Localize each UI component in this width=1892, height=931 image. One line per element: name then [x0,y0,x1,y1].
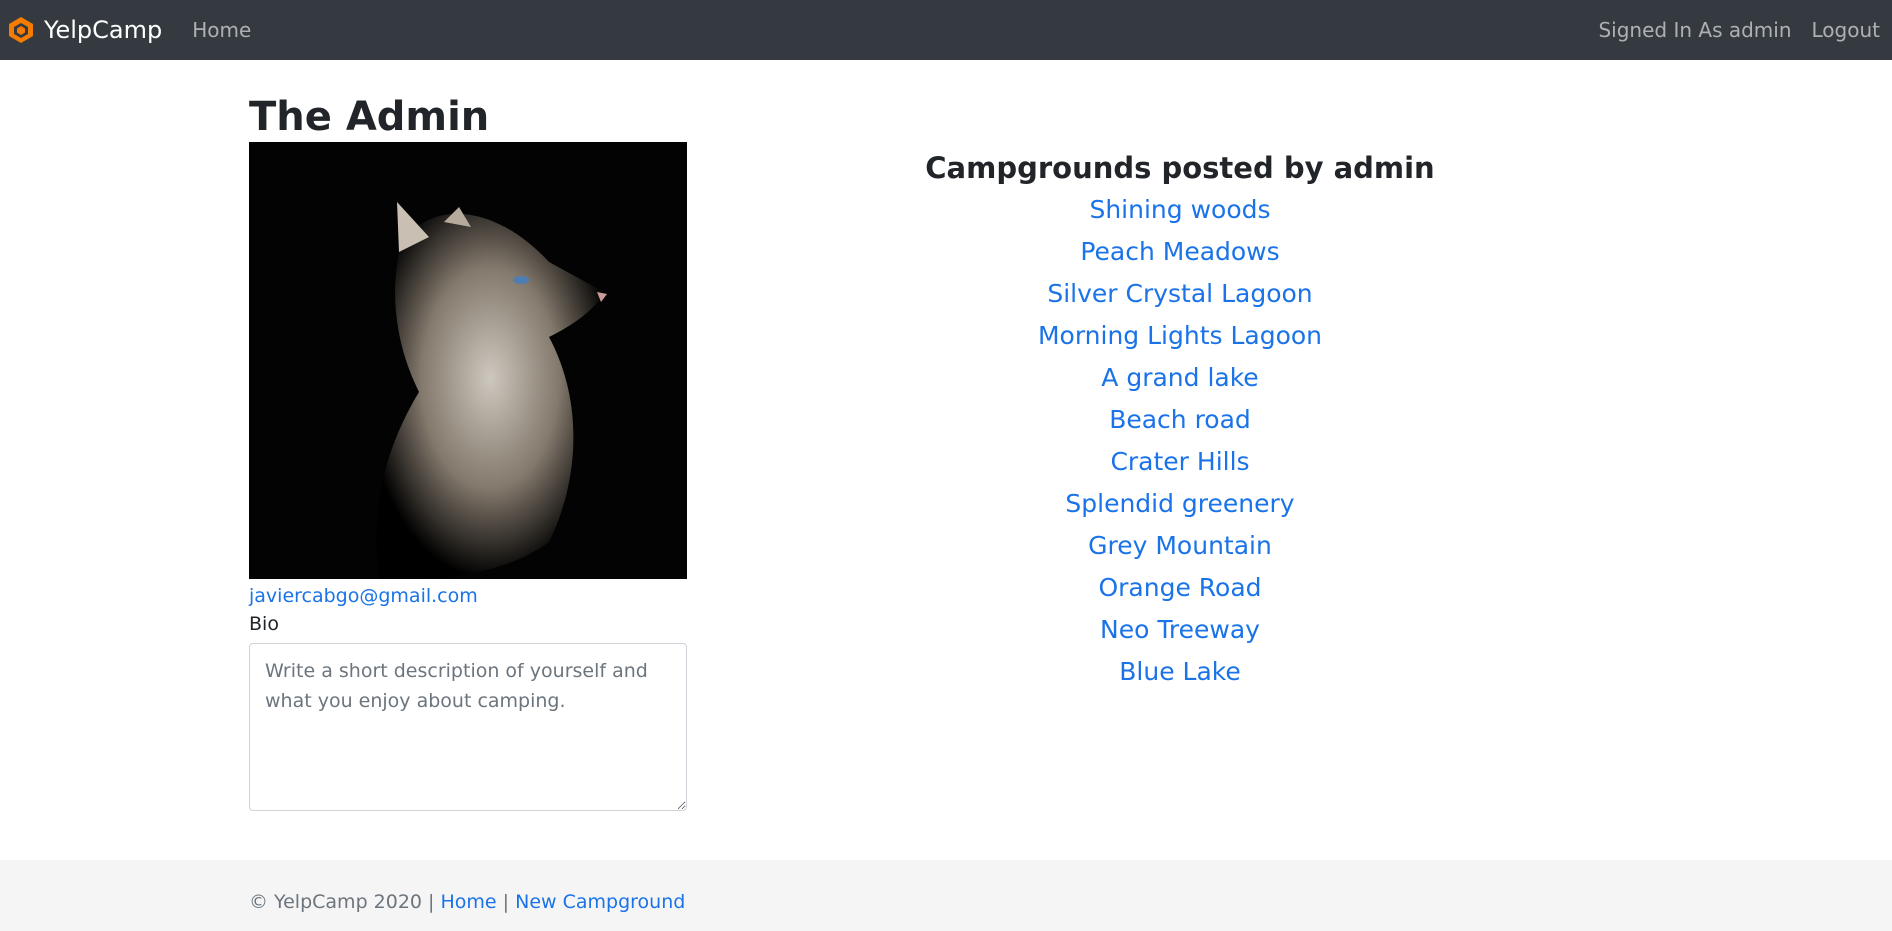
list-item: Beach road [880,400,1480,442]
list-item: Splendid greenery [880,484,1480,526]
campground-link[interactable]: Shining woods [1089,195,1270,224]
logout-link[interactable]: Logout [1812,18,1880,42]
campground-link[interactable]: Beach road [1109,405,1251,434]
navbar: YelpCamp Home Signed In As admin Logout [0,0,1892,60]
profile-column: The Admin javiercabgo@gmail.com Bio Writ… [249,60,687,811]
campground-link[interactable]: Neo Treeway [1100,615,1260,644]
email-link[interactable]: javiercabgo@gmail.com [249,583,687,609]
list-item: Silver Crystal Lagoon [880,274,1480,316]
footer-home-link[interactable]: Home [441,891,497,913]
bio-textarea[interactable] [249,643,687,811]
campground-link[interactable]: Crater Hills [1110,447,1249,476]
page-title: The Admin [249,94,490,140]
bio-label: Bio [249,613,279,635]
campgrounds-column: Campgrounds posted by admin Shining wood… [880,60,1480,694]
footer-separator: | [502,891,510,913]
campground-link[interactable]: Grey Mountain [1088,531,1272,560]
list-item: A grand lake [880,358,1480,400]
campground-list: Shining woods Peach Meadows Silver Cryst… [880,190,1480,694]
footer: © YelpCamp 2020 | Home | New Campground [0,860,1892,931]
nav-home-link[interactable]: Home [192,18,251,42]
footer-copyright: © YelpCamp 2020 | [249,891,435,913]
footer-content: © YelpCamp 2020 | Home | New Campground [249,888,685,916]
campground-link[interactable]: Silver Crystal Lagoon [1047,279,1312,308]
brand-link[interactable]: YelpCamp [6,15,162,45]
campground-link[interactable]: Blue Lake [1119,657,1240,686]
list-item: Shining woods [880,190,1480,232]
list-item: Crater Hills [880,442,1480,484]
list-item: Morning Lights Lagoon [880,316,1480,358]
footer-new-campground-link[interactable]: New Campground [515,891,685,913]
brand-logo-icon [6,15,36,45]
main-content: The Admin javiercabgo@gmail.com Bio Writ… [0,60,1892,860]
campgrounds-heading: Campgrounds posted by admin [925,151,1435,185]
campground-link[interactable]: Peach Meadows [1080,237,1279,266]
brand-name: YelpCamp [44,16,163,44]
signed-in-link[interactable]: Signed In As admin [1598,18,1791,42]
campground-link[interactable]: Orange Road [1098,573,1261,602]
nav-right: Signed In As admin Logout [1598,18,1886,42]
campground-link[interactable]: Morning Lights Lagoon [1038,321,1322,350]
list-item: Peach Meadows [880,232,1480,274]
list-item: Neo Treeway [880,610,1480,652]
campground-link[interactable]: A grand lake [1101,363,1258,392]
profile-image [249,142,687,579]
list-item: Blue Lake [880,652,1480,694]
list-item: Grey Mountain [880,526,1480,568]
list-item: Orange Road [880,568,1480,610]
campground-link[interactable]: Splendid greenery [1065,489,1294,518]
